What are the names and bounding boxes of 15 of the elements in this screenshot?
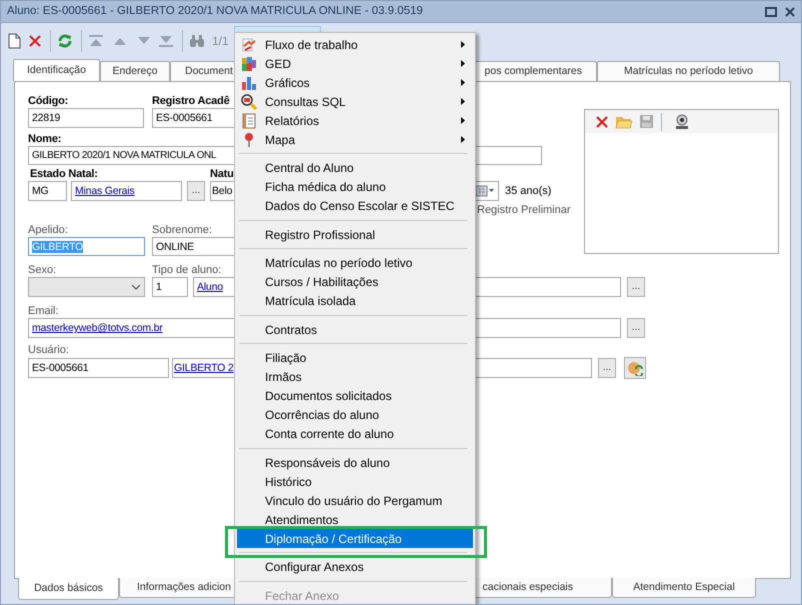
field-label: Email: — [28, 304, 59, 318]
field-label: Sobrenome: — [152, 223, 212, 237]
field-label: Usuário: — [28, 343, 69, 357]
field-label: Registro Acadê — [152, 94, 230, 108]
field-label: Nome: — [28, 132, 62, 146]
field-label: Apelido: — [28, 223, 69, 237]
field-label: Código: — [28, 94, 70, 108]
window-title: Aluno: ES-0005661 - GILBERTO 2020/1 NOVA MATRICULA ONLINE - 03.9.0519 — [7, 4, 424, 19]
field-label: 35 ano(s) — [505, 184, 552, 198]
record-counter: 1/1 — [212, 33, 229, 50]
field-label: Natu — [210, 167, 234, 181]
field-label: Sexo: — [28, 263, 58, 277]
field-label: Tipo de aluno: — [152, 263, 222, 277]
field-label: Registro Preliminar — [477, 203, 571, 217]
field-label: Estado Natal: — [30, 167, 99, 181]
